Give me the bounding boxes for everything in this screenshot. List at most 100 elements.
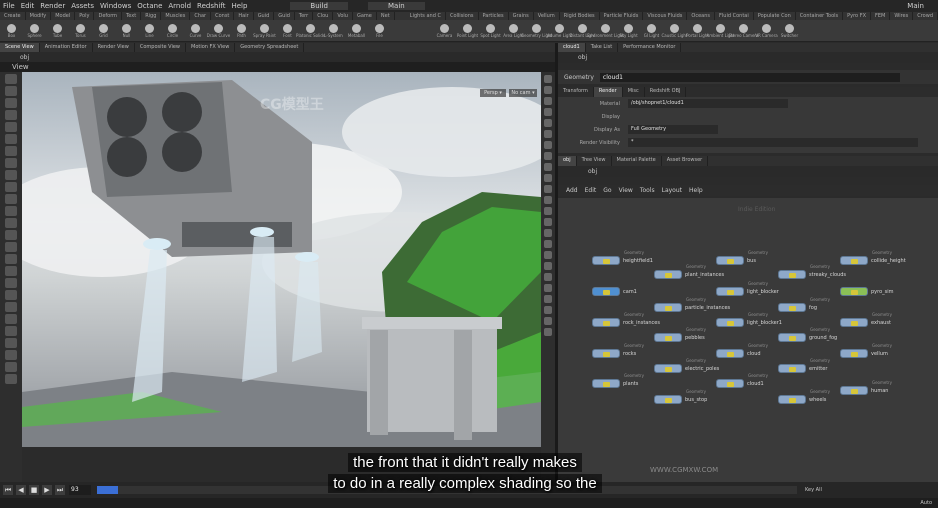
node-body[interactable] bbox=[716, 379, 744, 388]
tool-icon[interactable] bbox=[5, 266, 17, 276]
display-option-icon[interactable] bbox=[544, 273, 552, 281]
shelf-tab[interactable]: Muscles bbox=[161, 12, 191, 20]
tool-icon[interactable] bbox=[5, 290, 17, 300]
shelf-tab[interactable]: Clou bbox=[313, 12, 334, 20]
display-option-icon[interactable] bbox=[544, 86, 552, 94]
node-body[interactable] bbox=[840, 256, 868, 265]
first-frame-button[interactable]: ⏮ bbox=[3, 485, 13, 495]
param-value[interactable]: Full Geometry bbox=[628, 125, 718, 134]
desktop-main-selector[interactable]: Main bbox=[368, 2, 425, 10]
stop-button[interactable]: ■ bbox=[29, 485, 39, 495]
tool-geometry-light[interactable]: Geometry Light bbox=[521, 20, 552, 41]
path-obj[interactable]: obj bbox=[588, 168, 597, 175]
shelf-tab[interactable]: Volu bbox=[333, 12, 353, 20]
shelf-tab[interactable]: Particles bbox=[479, 12, 509, 20]
tool-area-light[interactable]: Area Light bbox=[502, 20, 525, 41]
play-button[interactable]: ▶ bbox=[42, 485, 52, 495]
display-option-icon[interactable] bbox=[544, 130, 552, 138]
param-tab-render[interactable]: Render bbox=[593, 87, 623, 97]
tool-icon[interactable] bbox=[5, 74, 17, 84]
tab-tree-view[interactable]: Tree View bbox=[577, 156, 612, 166]
tool-tube[interactable]: Tube bbox=[46, 20, 69, 41]
network-node[interactable]: rock_instances Geometry bbox=[592, 312, 660, 327]
network-node[interactable]: cloud1 Geometry bbox=[716, 373, 768, 388]
tool-icon[interactable] bbox=[5, 302, 17, 312]
display-option-icon[interactable] bbox=[544, 97, 552, 105]
tool-icon[interactable] bbox=[5, 338, 17, 348]
tool-switcher[interactable]: Switcher bbox=[778, 20, 801, 41]
node-body[interactable] bbox=[840, 386, 868, 395]
menu-file[interactable]: File bbox=[0, 2, 18, 10]
shelf-tab[interactable]: Game bbox=[353, 12, 377, 20]
network-node[interactable]: exhaust Geometry bbox=[840, 312, 892, 327]
node-body[interactable] bbox=[654, 364, 682, 373]
tool-icon[interactable] bbox=[5, 254, 17, 264]
tool-icon[interactable] bbox=[5, 326, 17, 336]
network-node[interactable]: streaky_clouds Geometry bbox=[778, 264, 846, 279]
shelf-tab[interactable]: Fluid Contai bbox=[715, 12, 754, 20]
node-body[interactable] bbox=[592, 256, 620, 265]
network-menu-view[interactable]: View bbox=[619, 187, 633, 194]
tool-portal-light[interactable]: Portal Light bbox=[686, 20, 709, 41]
menu-arnold[interactable]: Arnold bbox=[165, 2, 194, 10]
tool-point-light[interactable]: Point Light bbox=[456, 20, 479, 41]
display-option-icon[interactable] bbox=[544, 185, 552, 193]
network-node[interactable]: wheels Geometry bbox=[778, 389, 830, 404]
display-option-icon[interactable] bbox=[544, 152, 552, 160]
tool-camera[interactable]: Camera bbox=[433, 20, 456, 41]
network-node[interactable]: bus_stop Geometry bbox=[654, 389, 707, 404]
shelf-tab[interactable]: Rigg bbox=[141, 12, 162, 20]
network-node[interactable]: vellum Geometry bbox=[840, 343, 892, 358]
shelf-tab[interactable]: Populate Con bbox=[754, 12, 796, 20]
tool-platonic-solids[interactable]: Platonic Solids bbox=[296, 20, 325, 41]
tool-icon[interactable] bbox=[5, 278, 17, 288]
shelf-tab[interactable]: Vellum bbox=[534, 12, 560, 20]
tool-font[interactable]: Font bbox=[276, 20, 299, 41]
menu-edit[interactable]: Edit bbox=[18, 2, 38, 10]
tool-icon[interactable] bbox=[5, 194, 17, 204]
node-body[interactable] bbox=[654, 303, 682, 312]
shelf-tab[interactable]: Poly bbox=[75, 12, 95, 20]
param-value[interactable]: /obj/shopnet1/cloud1 bbox=[628, 99, 788, 108]
shelf-tab[interactable]: Const bbox=[211, 12, 235, 20]
display-option-icon[interactable] bbox=[544, 174, 552, 182]
tab-animation-editor[interactable]: Animation Editor bbox=[40, 43, 93, 52]
tab-cloud1[interactable]: cloud1 bbox=[558, 43, 586, 52]
frame-field[interactable]: 93 bbox=[69, 485, 91, 495]
shelf-tab[interactable]: Terr bbox=[295, 12, 314, 20]
shelf-tab[interactable]: Crowd bbox=[913, 12, 938, 20]
menu-redshift[interactable]: Redshift bbox=[194, 2, 228, 10]
display-option-icon[interactable] bbox=[544, 108, 552, 116]
last-frame-button[interactable]: ⏭ bbox=[55, 485, 65, 495]
tool-sphere[interactable]: Sphere bbox=[23, 20, 46, 41]
tool-ambient-light[interactable]: Ambient Light bbox=[706, 20, 735, 41]
tool-l-system[interactable]: L-System bbox=[322, 20, 345, 41]
shelf-tab[interactable]: Guid bbox=[274, 12, 295, 20]
shelf-tab[interactable]: Modify bbox=[26, 12, 52, 20]
network-menu-tools[interactable]: Tools bbox=[640, 187, 655, 194]
shelf-tab[interactable]: Guid bbox=[254, 12, 275, 20]
network-node[interactable]: pyro_sim bbox=[840, 287, 894, 296]
tab-material-palette[interactable]: Material Palette bbox=[612, 156, 662, 166]
shelf-tab[interactable]: Lights and C bbox=[406, 12, 446, 20]
node-body[interactable] bbox=[778, 303, 806, 312]
tab-performance-monitor[interactable]: Performance Monitor bbox=[618, 43, 682, 52]
tool-spray-paint[interactable]: Spray Paint bbox=[253, 20, 276, 41]
shelf-tab[interactable]: Particle Fluids bbox=[600, 12, 644, 20]
tool-box[interactable]: Box bbox=[0, 20, 23, 41]
auto-label[interactable]: Auto bbox=[920, 500, 932, 506]
node-body[interactable] bbox=[592, 349, 620, 358]
node-body[interactable] bbox=[840, 287, 868, 296]
tool-line[interactable]: Line bbox=[138, 20, 161, 41]
node-body[interactable] bbox=[716, 318, 744, 327]
shelf-tab[interactable]: FEM bbox=[871, 12, 891, 20]
shelf-tab[interactable]: Oceans bbox=[687, 12, 716, 20]
display-option-icon[interactable] bbox=[544, 251, 552, 259]
menu-octane[interactable]: Octane bbox=[134, 2, 165, 10]
shelf-tab[interactable]: Hair bbox=[234, 12, 254, 20]
network-node[interactable]: collide_height Geometry bbox=[840, 250, 906, 265]
network-node[interactable]: bus Geometry bbox=[716, 250, 768, 265]
display-option-icon[interactable] bbox=[544, 229, 552, 237]
tool-icon[interactable] bbox=[5, 86, 17, 96]
tab-motion-fx-view[interactable]: Motion FX View bbox=[186, 43, 236, 52]
